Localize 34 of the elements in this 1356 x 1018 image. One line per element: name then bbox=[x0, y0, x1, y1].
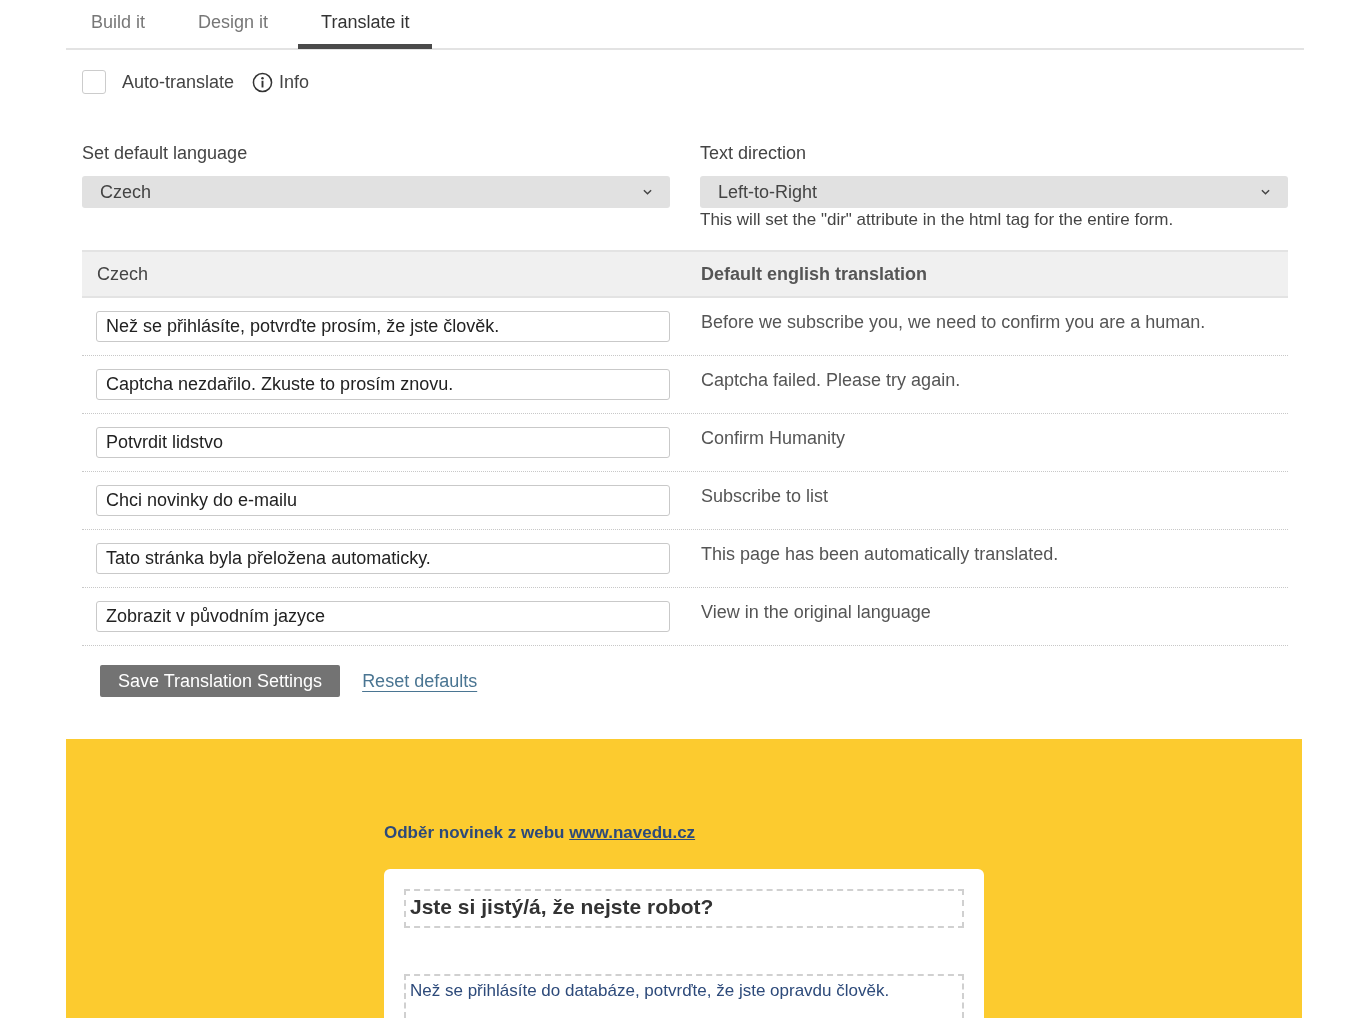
english-text: Captcha failed. Please try again. bbox=[700, 369, 962, 392]
english-text: Before we subscribe you, we need to confirm you are a human. bbox=[700, 311, 1207, 334]
auto-translate-label: Auto-translate bbox=[122, 71, 235, 93]
translation-input[interactable]: Potvrdit lidstvo bbox=[96, 427, 670, 458]
tab[interactable]: Design it bbox=[175, 0, 292, 49]
info-icon bbox=[252, 71, 274, 93]
language-select[interactable]: Czech bbox=[82, 176, 670, 208]
tab[interactable]: Build it bbox=[68, 0, 169, 49]
auto-translate-checkbox[interactable] bbox=[82, 70, 106, 94]
translation-input[interactable]: Tato stránka byla přeložena automaticky. bbox=[96, 543, 670, 574]
caret-icon bbox=[1261, 189, 1270, 195]
field-label: Text direction bbox=[700, 142, 808, 164]
english-text: This page has been automatically translated. bbox=[700, 543, 1060, 566]
website-link[interactable]: www.navedu.cz bbox=[569, 823, 696, 842]
tab[interactable]: Translate it bbox=[298, 0, 433, 49]
translation-input[interactable]: Captcha nezdařilo. Zkuste to prosím znovu. bbox=[96, 369, 670, 400]
column-header: Default english translation bbox=[700, 263, 929, 285]
info-link[interactable]: Info bbox=[252, 71, 310, 93]
captcha-message: Než se přihlásíte do databáze, potvrďte, že jste opravdu člověk. bbox=[404, 974, 964, 1018]
translation-input[interactable]: Chci novinky do e-mailu bbox=[96, 485, 670, 516]
reset-defaults-link[interactable]: Reset defaults bbox=[362, 670, 478, 692]
translation-input[interactable]: Zobrazit v původním jazyce bbox=[96, 601, 670, 632]
translation-input[interactable]: Než se přihlásíte, potvrďte prosím, že jste člověk. bbox=[96, 311, 670, 342]
caret-icon bbox=[643, 189, 652, 195]
english-text: Confirm Humanity bbox=[700, 427, 847, 450]
save-button[interactable]: Save Translation Settings bbox=[100, 665, 341, 697]
captcha-title: Jste si jistý/á, že nejste robot? bbox=[404, 889, 964, 928]
column-header: Czech bbox=[96, 263, 150, 285]
english-text: View in the original language bbox=[700, 601, 932, 624]
field-label: Set default language bbox=[82, 142, 249, 164]
hint-text: This will set the "dir" attribute in the html tag for the entire form. bbox=[700, 209, 1175, 231]
direction-select[interactable]: Left-to-Right bbox=[700, 176, 1288, 208]
newsletter-heading: Odběr novinek z webu www.navedu.cz bbox=[384, 823, 697, 843]
english-text: Subscribe to list bbox=[700, 485, 830, 508]
